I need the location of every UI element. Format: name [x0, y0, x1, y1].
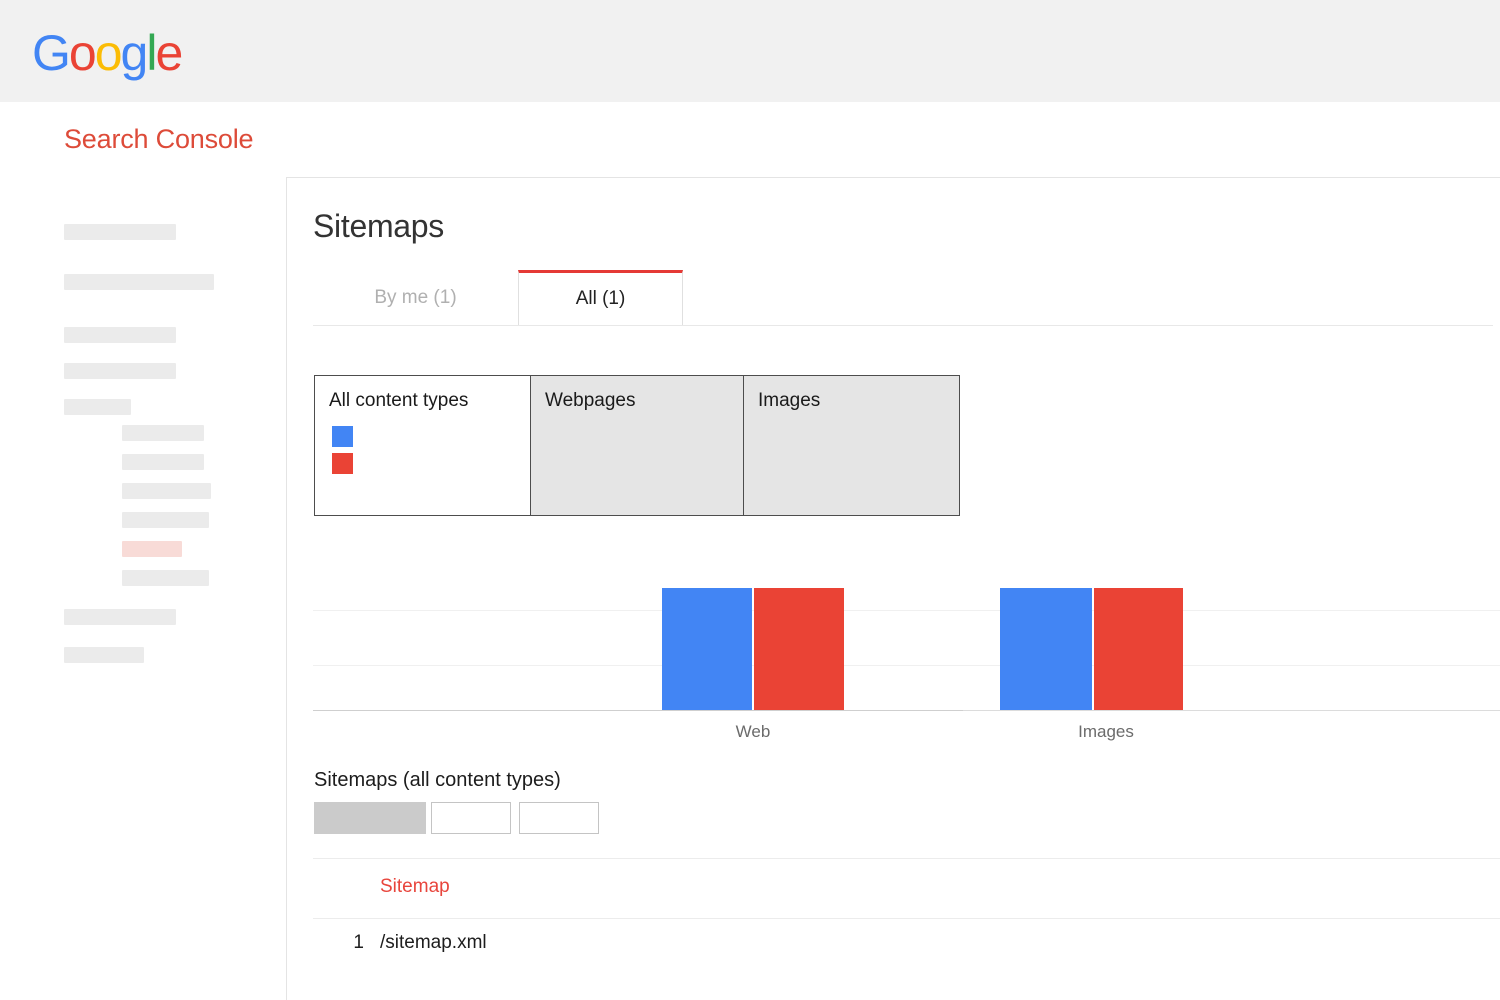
logo-letter-o2: o — [94, 25, 123, 81]
chart-xtick-images: Images — [1078, 722, 1134, 741]
content-type-box-1[interactable]: Webpages — [530, 375, 744, 516]
google-logo[interactable]: Google — [32, 25, 183, 81]
sidebar-item-placeholder-10[interactable] — [122, 541, 182, 557]
content-type-label-2: Images — [758, 390, 821, 411]
sidebar-item-placeholder-2[interactable] — [64, 274, 214, 290]
submitted-swatch — [332, 426, 353, 447]
tab-by-me[interactable]: By me (1) — [313, 270, 518, 325]
sidebar-item-placeholder-9[interactable] — [122, 512, 209, 528]
sidebar-item-placeholder-5[interactable] — [64, 399, 131, 415]
tab-all[interactable]: All (1) — [518, 270, 683, 325]
logo-letter-e: e — [155, 25, 183, 81]
chart-axis-line-near — [313, 710, 963, 711]
page-title: Sitemaps — [313, 208, 444, 244]
logo-letter-g1: G — [32, 25, 71, 81]
main-content: Sitemaps By me (1) All (1) All content t… — [287, 177, 1500, 1000]
logo-letter-o1: o — [68, 25, 97, 81]
tab-strip: By me (1) All (1) — [313, 270, 1493, 326]
content-type-box-2[interactable]: Images — [743, 375, 960, 516]
chart-gridline-0 — [313, 610, 1500, 611]
chart-xtick-web: Web — [735, 722, 771, 741]
sidebar-item-placeholder-8[interactable] — [122, 483, 211, 499]
google-top-bar — [0, 0, 1500, 102]
tab-strip-underline — [313, 325, 1493, 326]
content-type-box-0[interactable]: All content types — [314, 375, 531, 516]
sidebar-item-placeholder-11[interactable] — [122, 570, 209, 586]
sitemap-filter-box-3[interactable] — [519, 802, 599, 834]
sitemap-bar-chart: Web Images — [313, 582, 1500, 762]
chart-bar-web-submitted[interactable] — [662, 588, 752, 710]
chart-bar-images-submitted[interactable] — [1000, 588, 1092, 710]
chart-bar-web-indexed[interactable] — [754, 588, 844, 710]
sidebar-item-placeholder-12[interactable] — [64, 609, 176, 625]
table-header-sitemap[interactable]: Sitemap — [380, 876, 450, 898]
table-header-divider — [313, 918, 1500, 919]
content-type-label-0: All content types — [329, 390, 469, 411]
sidebar-item-placeholder-6[interactable] — [122, 425, 204, 441]
indexed-swatch — [332, 453, 353, 474]
sidebar-item-placeholder-7[interactable] — [122, 454, 204, 470]
chart-bar-images-indexed[interactable] — [1094, 588, 1183, 710]
sitemaps-subsection-title: Sitemaps (all content types) — [314, 769, 561, 791]
table-top-divider — [313, 858, 1500, 859]
sidebar-item-placeholder-1[interactable] — [64, 224, 176, 240]
table-row-sitemap-url[interactable]: /sitemap.xml — [380, 932, 487, 954]
sidebar-item-placeholder-3[interactable] — [64, 327, 176, 343]
sidebar-item-placeholder-13[interactable] — [64, 647, 144, 663]
product-title[interactable]: Search Console — [64, 124, 254, 155]
table-row-index: 1 — [353, 932, 364, 953]
sidebar-item-placeholder-4[interactable] — [64, 363, 176, 379]
content-type-label-1: Webpages — [545, 390, 636, 411]
sitemap-filter-box-1[interactable] — [314, 802, 426, 834]
sidebar — [0, 177, 286, 1000]
logo-letter-g2: g — [120, 25, 149, 81]
sitemap-filter-box-2[interactable] — [431, 802, 511, 834]
chart-gridline-1 — [313, 665, 1500, 666]
